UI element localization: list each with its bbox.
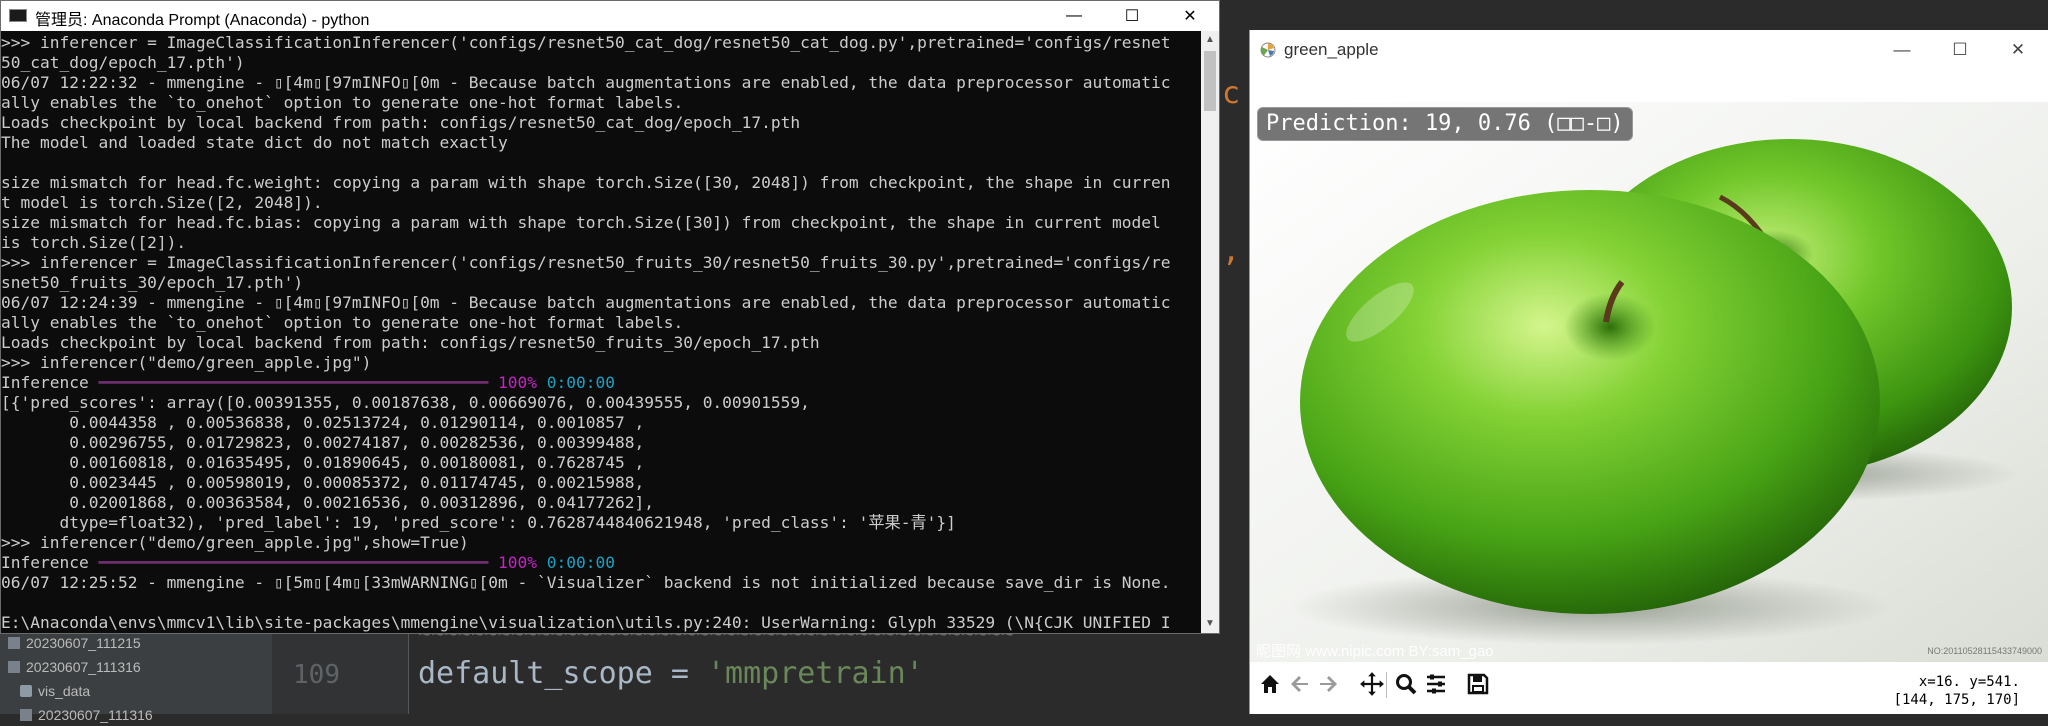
scroll-up-icon[interactable]: ▲ — [1201, 31, 1219, 49]
terminal-line: 50_cat_dog/epoch_17.pth') — [1, 53, 245, 72]
terminal-line: >>> inferencer = ImageClassificationInfe… — [1, 33, 1171, 52]
code-line[interactable]: default_scope = 'mmpretrain' — [418, 656, 924, 691]
terminal-line: 06/07 12:24:39 - mmengine - ▯[4m▯[97mINF… — [1, 293, 1171, 312]
close-button[interactable]: ✕ — [1990, 32, 2046, 68]
tree-item[interactable]: vis_data — [12, 680, 90, 702]
tree-item[interactable]: 20230607_111316 — [12, 704, 153, 726]
back-arrow-icon[interactable] — [1286, 670, 1314, 698]
scroll-down-icon[interactable]: ▼ — [1201, 615, 1219, 633]
tree-item[interactable]: 20230607_111215 — [0, 632, 141, 654]
terminal-window[interactable]: 管理员: Anaconda Prompt (Anaconda) - python… — [0, 0, 1220, 634]
terminal-line: is torch.Size([2]). — [1, 233, 187, 252]
terminal-line: 0.00160818, 0.01635495, 0.01890645, 0.00… — [1, 453, 645, 472]
progress-line: Inference ━━━━━━━━━━━━━━━━━━━━━━━━━━━━━━… — [1, 553, 1201, 573]
figure-window[interactable]: green_apple — ☐ ✕ Prediction: 19, 0.76 (… — [1249, 30, 2048, 714]
folder-icon — [20, 709, 32, 721]
code-variable: default_scope = — [418, 656, 707, 691]
terminal-line: ally enables the `to_onehot` option to g… — [1, 313, 684, 332]
terminal-line: 0.00296755, 0.01729823, 0.00274187, 0.00… — [1, 433, 645, 452]
minimize-button[interactable]: — — [1045, 1, 1103, 31]
terminal-line: 06/07 12:25:52 - mmengine - ▯[5m▯[4m▯[33… — [1, 573, 1171, 592]
maximize-button[interactable]: ☐ — [1103, 1, 1161, 31]
pan-icon[interactable] — [1358, 670, 1386, 698]
zoom-icon[interactable] — [1392, 670, 1420, 698]
code-fragment: c — [1222, 76, 1241, 111]
close-icon: ✕ — [2010, 40, 2026, 59]
watermark-id: NO:20110528115433749000 — [1927, 646, 2042, 656]
terminal-line: [{'pred_scores': array([0.00391355, 0.00… — [1, 393, 810, 412]
terminal-line: size mismatch for head.fc.bias: copying … — [1, 213, 1161, 232]
minimize-icon: — — [1066, 7, 1082, 24]
terminal-line: dtype=float32), 'pred_label': 19, 'pred_… — [1, 513, 956, 532]
terminal-output[interactable]: >>> inferencer = ImageClassificationInfe… — [1, 31, 1201, 633]
scrollbar-thumb[interactable] — [1204, 51, 1216, 111]
editor-visible-strip: c , — [1220, 30, 1250, 620]
tree-item[interactable]: 20230607_111316 — [0, 656, 141, 678]
terminal-line: snet50_fruits_30/epoch_17.pth') — [1, 273, 304, 292]
progress-bar: ━━━━━━━━━━━━━━━━━━━━━━━━━━━━━━━━━━━━━━━━ — [98, 373, 499, 392]
terminal-line: E:\Anaconda\envs\mmcv1\lib\site-packages… — [1, 613, 1171, 632]
terminal-line: t model is torch.Size([2, 2048]). — [1, 193, 323, 212]
terminal-line: ally enables the `to_onehot` option to g… — [1, 93, 684, 112]
progress-time: 0:00:00 — [546, 553, 616, 572]
minimize-icon: — — [1893, 40, 1911, 59]
close-button[interactable]: ✕ — [1161, 1, 1219, 31]
progress-bar: ━━━━━━━━━━━━━━━━━━━━━━━━━━━━━━━━━━━━━━━━ — [98, 553, 499, 572]
code-string: 'mmpretrain' — [706, 656, 924, 691]
matplotlib-icon — [1260, 42, 1276, 58]
toolbar-separator — [1386, 672, 1387, 698]
terminal-line: Loads checkpoint by local backend from p… — [1, 113, 801, 132]
folder-icon — [20, 685, 32, 697]
terminal-line: >>> inferencer("demo/green_apple.jpg",sh… — [1, 533, 469, 552]
folder-icon — [8, 661, 20, 673]
terminal-line: 0.0044358 , 0.00536838, 0.02513724, 0.01… — [1, 413, 645, 432]
figure-canvas[interactable]: Prediction: 19, 0.76 (□□-□) 昵图网 www.nipi… — [1250, 102, 2048, 662]
terminal-line: >>> inferencer("demo/green_apple.jpg") — [1, 353, 372, 372]
prediction-label: Prediction: 19, 0.76 (□□-□) — [1257, 107, 1633, 141]
terminal-scrollbar[interactable]: ▲ ▼ — [1201, 31, 1219, 633]
folder-icon — [8, 637, 20, 649]
close-icon: ✕ — [1183, 8, 1197, 25]
pixel-value: [144, 175, 170] — [1893, 692, 2020, 708]
progress-percent: 100% — [498, 373, 547, 392]
project-tree: 20230607_111215 20230607_111316 vis_data… — [0, 622, 272, 723]
figure-toolbar: x=16. y=541. [144, 175, 170] — [1250, 662, 2048, 714]
terminal-line: 0.0023445 , 0.00598019, 0.00085372, 0.01… — [1, 473, 645, 492]
watermark: 昵图网 www.nipic.com BY:sam_gao — [1256, 643, 1494, 660]
code-fragment: , — [1222, 234, 1241, 269]
terminal-line: >>> inferencer = ImageClassificationInfe… — [1, 253, 1171, 272]
terminal-line: 06/07 12:22:32 - mmengine - ▯[4m▯[97mINF… — [1, 73, 1171, 92]
terminal-titlebar[interactable]: 管理员: Anaconda Prompt (Anaconda) - python… — [1, 1, 1219, 31]
home-icon[interactable] — [1256, 670, 1284, 698]
terminal-line: The model and loaded state dict do not m… — [1, 133, 508, 152]
subplots-icon[interactable] — [1422, 670, 1450, 698]
figure-title: green_apple — [1284, 40, 1379, 59]
console-icon — [9, 9, 27, 22]
progress-line: Inference ━━━━━━━━━━━━━━━━━━━━━━━━━━━━━━… — [1, 373, 1201, 393]
terminal-line: 0.02001868, 0.00363584, 0.00216536, 0.00… — [1, 493, 654, 512]
maximize-icon: ☐ — [1952, 40, 1968, 59]
maximize-icon: ☐ — [1124, 8, 1140, 25]
progress-percent: 100% — [498, 553, 547, 572]
figure-titlebar[interactable]: green_apple — ☐ ✕ — [1250, 30, 2048, 70]
forward-arrow-icon[interactable] — [1314, 670, 1342, 698]
cursor-coordinates: x=16. y=541. — [1918, 674, 2020, 690]
progress-label: Inference — [1, 373, 99, 392]
terminal-title: 管理员: Anaconda Prompt (Anaconda) - python — [35, 12, 370, 29]
gutter-divider — [408, 622, 409, 714]
green-apple-image — [1250, 102, 2048, 662]
terminal-line: size mismatch for head.fc.weight: copyin… — [1, 173, 1171, 192]
maximize-button[interactable]: ☐ — [1932, 32, 1988, 68]
progress-label: Inference — [1, 553, 99, 572]
minimize-button[interactable]: — — [1874, 32, 1930, 68]
save-icon[interactable] — [1464, 670, 1492, 698]
terminal-lines: >>> inferencer = ImageClassificationInfe… — [1, 31, 1201, 633]
terminal-line: Loads checkpoint by local backend from p… — [1, 333, 820, 352]
line-number: 109 — [293, 660, 340, 690]
progress-time: 0:00:00 — [546, 373, 616, 392]
